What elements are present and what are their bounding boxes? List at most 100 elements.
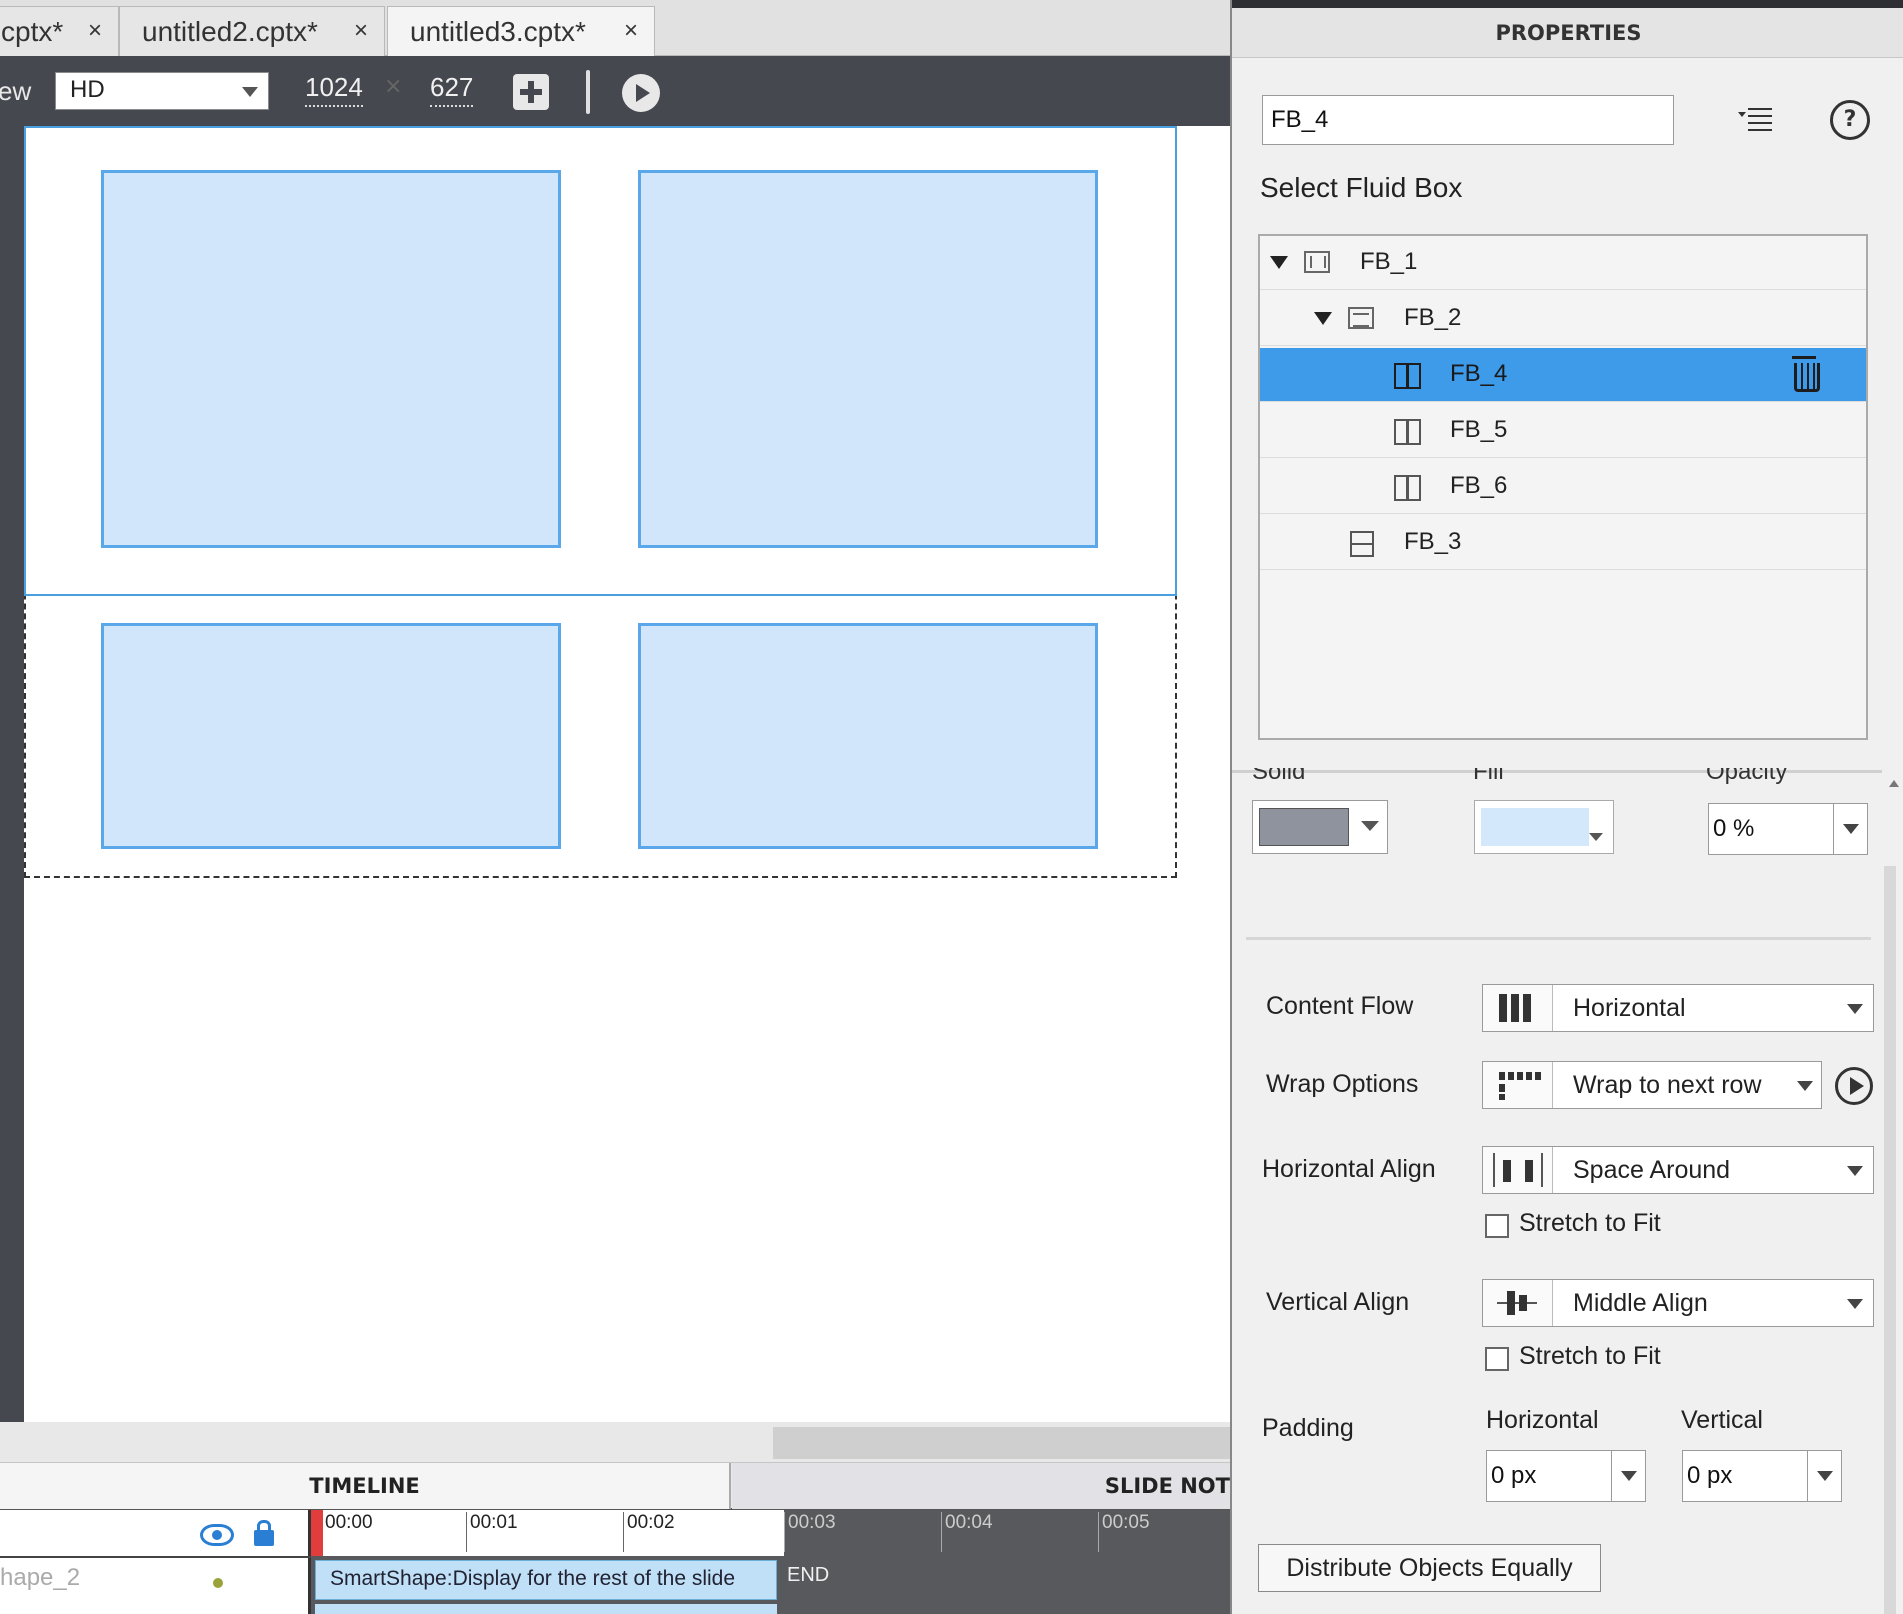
ruler-tick: 00:05 — [1098, 1512, 1150, 1552]
chevron-down-icon — [1361, 821, 1379, 831]
preview-play-icon[interactable] — [1835, 1067, 1873, 1105]
horizontal-stretch-label[interactable]: Stretch to Fit — [1519, 1209, 1661, 1238]
eye-icon[interactable] — [200, 1524, 234, 1546]
timeline-panel: hape_2 00:00 00:01 00:02 00:03 00:04 00:… — [0, 1510, 1230, 1614]
vertical-stretch-checkbox[interactable] — [1485, 1347, 1509, 1371]
tree-item-fb1[interactable]: FB_1 — [1260, 236, 1866, 290]
end-marker: END — [787, 1564, 830, 1586]
wrap-options-dropdown[interactable]: Wrap to next row — [1482, 1061, 1822, 1109]
tree-item-label: FB_3 — [1404, 528, 1462, 555]
fluid-box-fb6[interactable] — [101, 623, 561, 849]
expand-caret-icon[interactable] — [1270, 256, 1288, 269]
tree-item-fb2[interactable]: FB_2 — [1260, 292, 1866, 346]
timeline-clip[interactable]: SmartShape:Display for the rest of the s… — [315, 1560, 777, 1600]
tree-item-fb6[interactable]: FB_6 — [1260, 460, 1866, 514]
ruler-tick: 00:00 — [321, 1512, 373, 1552]
horizontal-align-dropdown[interactable]: Space Around — [1482, 1146, 1874, 1194]
divider — [0, 1556, 311, 1558]
scrollbar-thumb[interactable] — [773, 1427, 1230, 1459]
lock-icon[interactable] — [254, 1520, 274, 1546]
device-preset-select[interactable]: HD — [55, 72, 269, 110]
tab-untitled2[interactable]: untitled2.cptx* × — [119, 6, 385, 56]
divider — [1246, 937, 1871, 940]
close-icon[interactable]: × — [88, 17, 102, 45]
fluid-box-tree: FB_1 FB_2 FB_4 FB_5 FB_6 FB_3 — [1258, 234, 1868, 740]
color-swatch — [1481, 808, 1589, 846]
play-icon[interactable] — [622, 74, 660, 112]
vertical-align-label: Vertical Align — [1266, 1288, 1410, 1316]
tab-cptx[interactable]: cptx* × — [0, 6, 119, 56]
chevron-down-icon — [1847, 1299, 1863, 1309]
padding-horizontal-input[interactable]: 0 px — [1486, 1450, 1646, 1502]
ruler-tick: 00:01 — [466, 1512, 518, 1552]
tab-untitled3[interactable]: untitled3.cptx* × — [387, 6, 655, 57]
tab-timeline[interactable]: TIMELINE — [0, 1463, 731, 1509]
fluid-box-column-icon — [1348, 307, 1374, 329]
distribute-objects-button[interactable]: Distribute Objects Equally — [1258, 1544, 1601, 1592]
slide-stage[interactable] — [24, 126, 1230, 1422]
close-icon[interactable]: × — [624, 17, 638, 45]
tree-item-label: FB_1 — [1360, 248, 1418, 275]
horizontal-scrollbar[interactable] — [0, 1422, 1230, 1462]
vertical-align-dropdown[interactable]: Middle Align — [1482, 1279, 1874, 1327]
tree-item-label: FB_2 — [1404, 304, 1462, 331]
vertical-scrollbar[interactable] — [1884, 866, 1896, 1614]
fluid-box-fb3[interactable] — [638, 623, 1098, 849]
opacity-value[interactable]: 0 % — [1713, 815, 1754, 843]
list-options-icon[interactable] — [1738, 104, 1774, 134]
horizontal-stretch-checkbox[interactable] — [1485, 1214, 1509, 1238]
close-icon[interactable]: × — [354, 17, 368, 45]
tab-label: untitled2.cptx* — [142, 15, 318, 47]
trash-icon[interactable] — [1790, 356, 1820, 392]
layer-name[interactable]: hape_2 — [0, 1564, 80, 1592]
padding-vertical-input[interactable]: 0 px — [1682, 1450, 1842, 1502]
chevron-down-icon — [1847, 1166, 1863, 1176]
tree-item-fb5[interactable]: FB_5 — [1260, 404, 1866, 458]
dimension-separator: × — [384, 74, 403, 99]
select-fluid-box-title: Select Fluid Box — [1260, 172, 1463, 203]
timeline-clip[interactable] — [315, 1604, 777, 1614]
add-icon[interactable] — [513, 74, 549, 110]
timeline-layer-list: hape_2 — [0, 1510, 311, 1614]
padding-horizontal-value[interactable]: 0 px — [1491, 1462, 1536, 1490]
wrap-options-label: Wrap Options — [1266, 1070, 1419, 1098]
content-flow-label: Content Flow — [1266, 992, 1414, 1020]
fluid-box-row-icon — [1304, 251, 1330, 273]
opacity-dropdown[interactable]: 0 % — [1708, 803, 1868, 855]
wrap-rows-icon — [1483, 1062, 1553, 1108]
stage-width-value[interactable]: 1024 — [305, 72, 363, 107]
opacity-label: Opacity — [1706, 768, 1788, 785]
tree-item-fb3[interactable]: FB_3 — [1260, 516, 1866, 570]
fluid-box-fb4[interactable] — [101, 170, 561, 548]
chevron-down-icon[interactable] — [1833, 804, 1867, 854]
vertical-stretch-label[interactable]: Stretch to Fit — [1519, 1342, 1661, 1371]
stage-height-value[interactable]: 627 — [430, 72, 474, 107]
content-flow-dropdown[interactable]: Horizontal — [1482, 984, 1874, 1032]
tab-slide-notes[interactable]: SLIDE NOT — [732, 1463, 1230, 1509]
timeline-ruler[interactable]: 00:00 00:01 00:02 00:03 00:04 00:05 — [311, 1510, 1230, 1556]
fill-color-picker[interactable] — [1474, 800, 1614, 854]
chevron-down-icon — [1589, 833, 1603, 841]
ruler-tick: 00:02 — [623, 1512, 675, 1552]
playhead[interactable] — [311, 1510, 323, 1556]
document-area: cptx* × untitled2.cptx* × untitled3.cptx… — [0, 0, 1230, 1614]
split-box-icon — [1394, 419, 1421, 445]
space-around-icon — [1483, 1147, 1553, 1193]
stage-toolbar: ew HD 1024 × 627 — [0, 56, 1230, 126]
expand-caret-icon[interactable] — [1314, 312, 1332, 325]
stroke-color-picker[interactable] — [1252, 800, 1388, 854]
horizontal-flow-icon — [1483, 985, 1553, 1031]
chevron-down-icon[interactable] — [1611, 1451, 1645, 1501]
scroll-up-icon[interactable] — [1889, 780, 1899, 787]
padding-vertical-label: Vertical — [1681, 1406, 1763, 1434]
horizontal-align-value: Space Around — [1573, 1156, 1731, 1184]
solid-label: Solid — [1252, 768, 1306, 785]
help-icon[interactable]: ? — [1830, 100, 1870, 140]
fluid-box-fb5[interactable] — [638, 170, 1098, 548]
tree-item-label: FB_6 — [1450, 472, 1508, 499]
hsplit-box-icon — [1348, 531, 1374, 557]
tree-item-fb4[interactable]: FB_4 — [1260, 348, 1866, 402]
chevron-down-icon[interactable] — [1807, 1451, 1841, 1501]
object-name-input[interactable] — [1262, 95, 1674, 145]
padding-vertical-value[interactable]: 0 px — [1687, 1462, 1732, 1490]
